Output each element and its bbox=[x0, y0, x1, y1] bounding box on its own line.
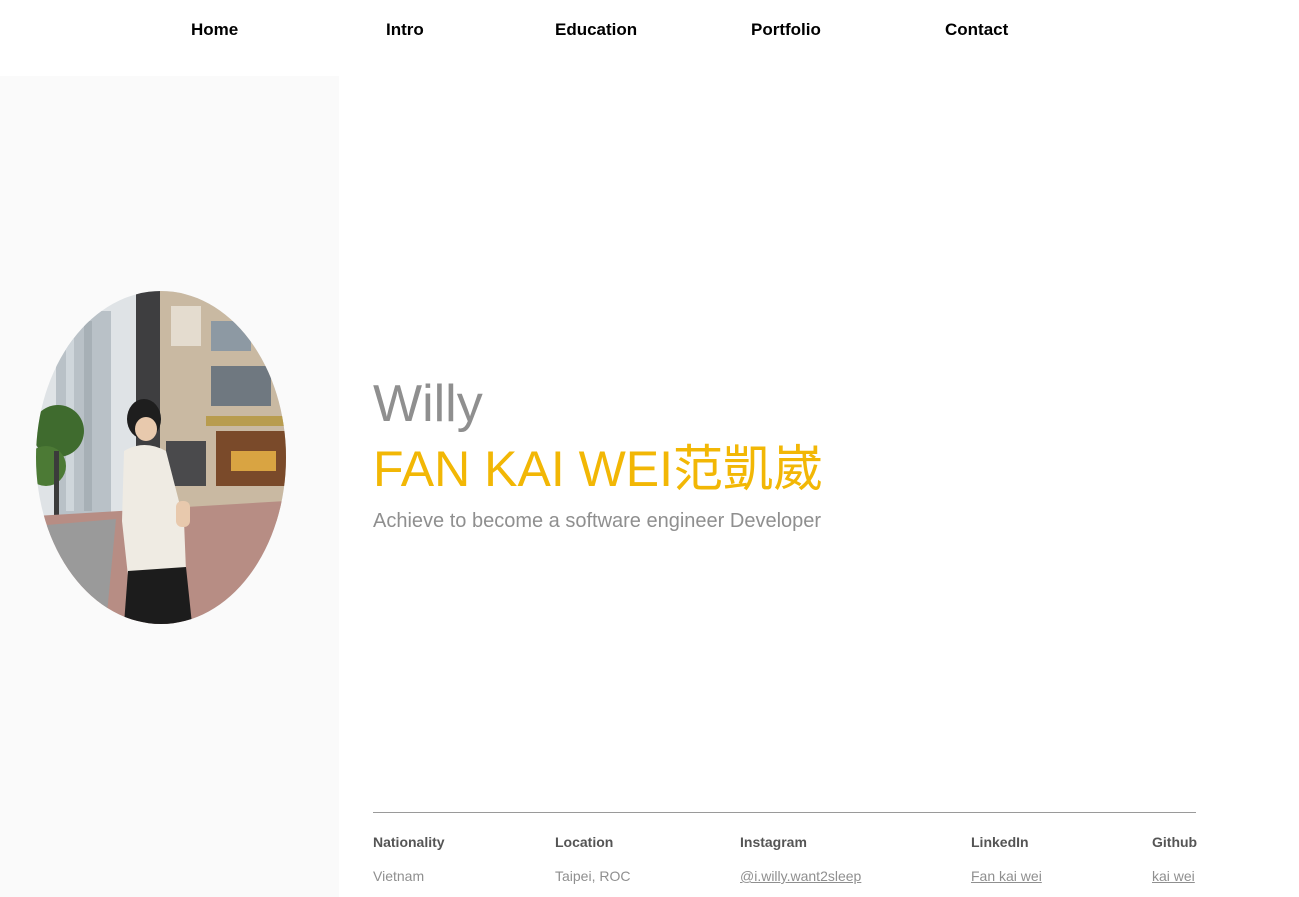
info-linkedin: LinkedIn Fan kai wei bbox=[971, 833, 1042, 885]
info-label: LinkedIn bbox=[971, 834, 1029, 850]
top-nav: Home Intro Education Portfolio Contact bbox=[0, 0, 1299, 76]
info-nationality: Nationality Vietnam bbox=[373, 833, 445, 885]
nav-link-contact[interactable]: Contact bbox=[945, 20, 1008, 40]
tagline: Achieve to become a software engineer De… bbox=[373, 510, 822, 532]
nav-link-portfolio[interactable]: Portfolio bbox=[751, 20, 821, 40]
full-name-heading: FAN KAI WEI范凱崴 bbox=[373, 441, 824, 497]
info-label: Nationality bbox=[373, 834, 445, 850]
info-divider bbox=[373, 812, 1196, 813]
info-label: Github bbox=[1152, 834, 1198, 850]
nav-link-education[interactable]: Education bbox=[555, 20, 637, 40]
nav-link-intro[interactable]: Intro bbox=[386, 20, 424, 40]
info-instagram: Instagram @i.willy.want2sleep bbox=[740, 833, 861, 885]
info-value: Vietnam bbox=[373, 868, 425, 884]
instagram-link[interactable]: @i.willy.want2sleep bbox=[740, 867, 861, 885]
info-label: Instagram bbox=[740, 834, 807, 850]
profile-photo bbox=[36, 291, 286, 624]
nav-link-home[interactable]: Home bbox=[191, 20, 238, 40]
info-github: Github kai wei bbox=[1152, 833, 1197, 885]
github-link[interactable]: kai wei bbox=[1152, 867, 1197, 885]
linkedin-link[interactable]: Fan kai wei bbox=[971, 867, 1042, 885]
info-location: Location Taipei, ROC bbox=[555, 833, 630, 885]
info-label: Location bbox=[555, 834, 614, 850]
info-value: Taipei, ROC bbox=[555, 868, 631, 884]
nickname-heading: Willy bbox=[373, 375, 483, 433]
